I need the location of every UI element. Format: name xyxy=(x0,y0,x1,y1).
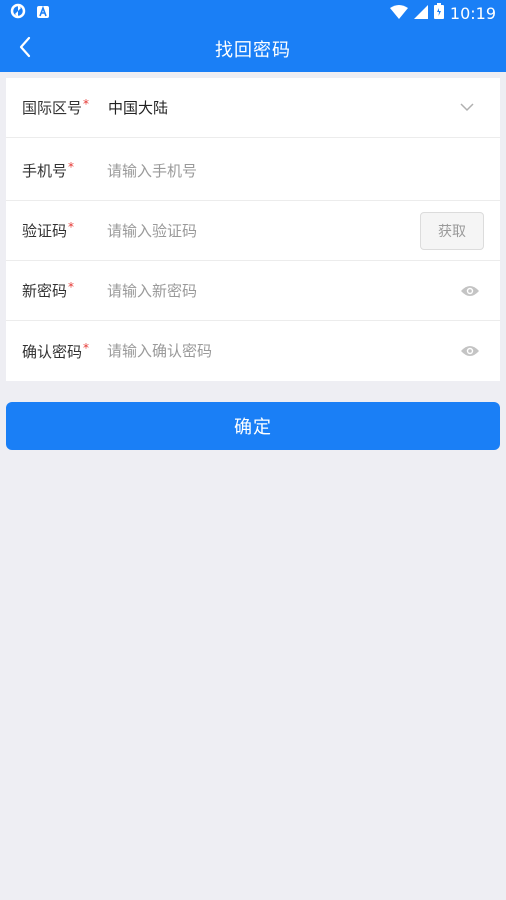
new-password-label: 新密码* xyxy=(22,280,75,300)
required-marker: * xyxy=(83,340,90,355)
confirm-password-label: 确认密码* xyxy=(22,340,90,361)
battery-icon xyxy=(433,3,444,23)
reset-password-form: 国际区号* 中国大陆 手机号* 验证码* 获取 新密码* 确认密码* xyxy=(6,78,500,381)
sync-icon xyxy=(10,3,26,23)
navigation-bar: 找回密码 xyxy=(0,26,506,72)
required-marker: * xyxy=(83,97,90,111)
region-select[interactable]: 中国大陆 xyxy=(108,97,168,118)
chevron-down-icon[interactable] xyxy=(460,103,474,112)
code-input[interactable] xyxy=(107,215,307,246)
notification-a-icon xyxy=(36,4,50,23)
required-marker: * xyxy=(68,220,75,234)
signal-icon xyxy=(413,4,428,23)
page-title: 找回密码 xyxy=(215,40,291,61)
back-button[interactable] xyxy=(10,34,40,64)
region-row[interactable]: 国际区号* 中国大陆 xyxy=(6,78,500,138)
required-marker: * xyxy=(68,280,75,294)
status-bar: 10:19 xyxy=(0,0,506,26)
new-password-row: 新密码* xyxy=(6,261,500,321)
eye-icon[interactable] xyxy=(460,285,480,297)
required-marker: * xyxy=(68,160,75,174)
chevron-left-icon xyxy=(18,36,32,62)
wifi-icon xyxy=(389,4,408,23)
phone-input[interactable] xyxy=(107,155,407,186)
phone-row: 手机号* xyxy=(6,141,500,201)
code-label: 验证码* xyxy=(22,220,75,240)
status-time: 10:19 xyxy=(449,3,496,23)
get-code-button[interactable]: 获取 xyxy=(420,211,484,250)
confirm-password-input[interactable] xyxy=(107,336,407,366)
confirm-password-row: 确认密码* xyxy=(6,321,500,381)
code-row: 验证码* 获取 xyxy=(6,201,500,261)
region-label: 国际区号* xyxy=(22,97,90,117)
new-password-input[interactable] xyxy=(107,275,407,306)
phone-label: 手机号* xyxy=(22,160,75,180)
confirm-button[interactable]: 确定 xyxy=(6,402,500,450)
eye-icon[interactable] xyxy=(460,345,480,357)
